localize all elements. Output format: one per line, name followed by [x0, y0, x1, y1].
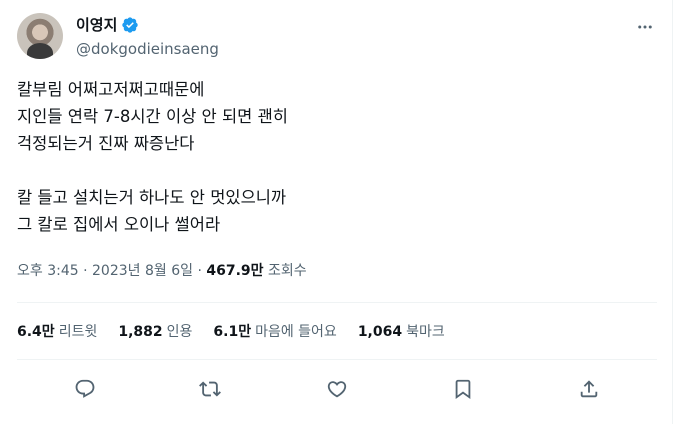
action-bar — [0, 374, 673, 404]
reply-button[interactable] — [70, 374, 100, 404]
author-name-row: 이영지 — [76, 16, 139, 34]
retweet-button[interactable] — [195, 374, 225, 404]
stat-likes[interactable]: 6.1만 마음에 들어요 — [213, 322, 336, 342]
bookmark-icon — [455, 379, 471, 400]
divider — [17, 302, 657, 303]
author-handle[interactable]: @dokgodieinsaeng — [76, 40, 219, 58]
tweet-card: 이영지 @dokgodieinsaeng 칼부림 어쩌고저쩌고때문에 지인들 연… — [0, 0, 673, 424]
share-icon — [580, 380, 598, 398]
divider — [17, 359, 657, 360]
bookmark-button[interactable] — [448, 374, 478, 404]
tweet-time[interactable]: 오후 3:45 — [17, 263, 79, 279]
verified-badge-icon[interactable] — [121, 16, 139, 34]
like-button[interactable] — [322, 374, 352, 404]
stat-bookmarks[interactable]: 1,064 북마크 — [358, 322, 445, 342]
avatar[interactable] — [17, 13, 63, 59]
meta-separator: · — [78, 263, 93, 279]
display-name[interactable]: 이영지 — [76, 16, 117, 34]
more-options-icon[interactable] — [636, 18, 654, 36]
stat-retweets[interactable]: 6.4만 리트윗 — [17, 322, 97, 342]
reply-icon — [75, 379, 95, 398]
share-button[interactable] — [574, 374, 604, 404]
engagement-stats: 6.4만 리트윗 1,882 인용 6.1만 마음에 들어요 1,064 북마크 — [17, 322, 466, 342]
tweet-meta: 오후 3:45 · 2023년 8월 6일 · 467.9만 조회수 — [17, 261, 307, 281]
tweet-text: 칼부림 어쩌고저쩌고때문에 지인들 연락 7-8시간 이상 안 되면 괜히 걱정… — [17, 80, 288, 234]
views-label: 조회수 — [263, 263, 307, 279]
views-count: 467.9만 — [206, 263, 264, 279]
meta-separator: · — [193, 263, 207, 279]
stat-quotes[interactable]: 1,882 인용 — [118, 322, 192, 342]
tweet-date[interactable]: 2023년 8월 6일 — [92, 263, 193, 279]
like-icon — [327, 381, 347, 398]
retweet-icon — [199, 381, 221, 397]
